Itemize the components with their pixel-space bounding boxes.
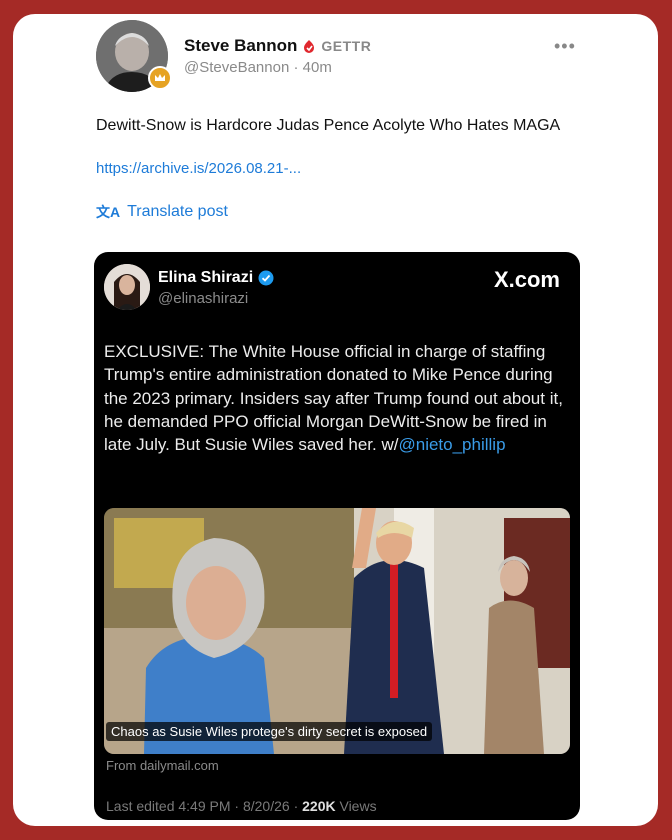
embed-author-line: Elina Shirazi [158,269,274,287]
embed-footer: Last edited 4:49 PM · 8/20/26 · 220K Vie… [106,798,377,814]
post-text: Dewitt-Snow is Hardcore Judas Pence Acol… [96,117,561,134]
article-caption: Chaos as Susie Wiles protege's dirty sec… [106,722,433,741]
embed-avatar[interactable] [104,264,150,310]
embed-mention[interactable]: @nieto_phillip [398,435,505,454]
badge-icon [148,66,172,90]
article-source[interactable]: From dailymail.com [106,758,219,773]
views-count: 220K [302,798,336,814]
embed-body: EXCLUSIVE: The White House official in c… [104,340,570,456]
more-options-icon[interactable]: ••• [554,36,576,57]
translate-button[interactable]: 文A Translate post [96,202,228,222]
embedded-post[interactable]: Elina Shirazi @elinashirazi X.com EXCLUS… [94,252,580,820]
embed-source: X.com [493,267,560,292]
post-link[interactable]: https://archive.is/2026.08.21-... [96,160,301,177]
verified-badge-icon [258,270,274,286]
article-photo[interactable] [104,508,570,754]
translate-icon: 文A [96,204,121,220]
post-author-line: Steve Bannon GETTR [184,36,371,56]
gettr-logo-icon [304,40,315,53]
separator: · [289,59,303,76]
platform-label: GETTR [321,38,372,54]
author-name[interactable]: Steve Bannon [184,36,297,56]
embed-author-name[interactable]: Elina Shirazi [158,269,253,287]
post-age[interactable]: 40m [303,59,332,76]
handle-line: @SteveBannon · 40m [184,59,332,76]
edited-label: Last edited 4:49 PM · 8/20/26 · [106,798,303,814]
author-handle[interactable]: @SteveBannon [184,59,289,76]
embed-handle[interactable]: @elinashirazi [158,290,248,307]
views-label: Views [335,798,377,814]
translate-label: Translate post [127,203,228,220]
